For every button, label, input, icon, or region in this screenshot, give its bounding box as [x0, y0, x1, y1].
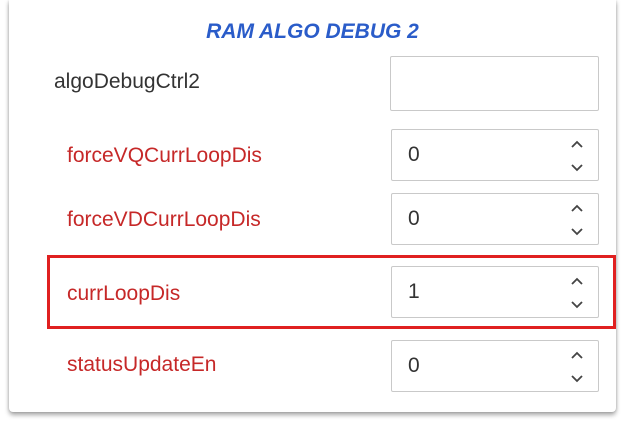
force-vd-curr-loop-dis-label: forceVDCurrLoopDis: [67, 208, 261, 231]
chevron-up-icon[interactable]: [571, 351, 583, 359]
force-vq-curr-loop-dis-value: 0: [408, 143, 420, 166]
ram-algo-debug-2-panel: RAM ALGO DEBUG 2 algoDebugCtrl2 forceVQC…: [9, 0, 616, 412]
force-vd-curr-loop-dis-stepper[interactable]: 0: [391, 193, 599, 245]
chevron-down-icon[interactable]: [571, 228, 583, 236]
chevron-down-icon[interactable]: [571, 164, 583, 172]
status-update-en-stepper[interactable]: 0: [391, 340, 599, 392]
chevron-up-icon[interactable]: [571, 204, 583, 212]
stepper-controls: [570, 349, 584, 385]
chevron-up-icon[interactable]: [571, 140, 583, 148]
force-vq-curr-loop-dis-label: forceVQCurrLoopDis: [67, 144, 262, 167]
stepper-controls: [570, 138, 584, 174]
panel-title: RAM ALGO DEBUG 2: [206, 20, 419, 43]
stepper-controls: [570, 202, 584, 238]
status-update-en-label: statusUpdateEn: [67, 353, 217, 376]
chevron-down-icon[interactable]: [571, 375, 583, 383]
algo-debug-ctrl2-label: algoDebugCtrl2: [54, 70, 200, 93]
algo-debug-ctrl2-field[interactable]: [390, 56, 599, 111]
status-update-en-value: 0: [408, 354, 420, 377]
highlight-frame: [47, 255, 616, 329]
force-vq-curr-loop-dis-stepper[interactable]: 0: [391, 129, 599, 181]
force-vd-curr-loop-dis-value: 0: [408, 207, 420, 230]
